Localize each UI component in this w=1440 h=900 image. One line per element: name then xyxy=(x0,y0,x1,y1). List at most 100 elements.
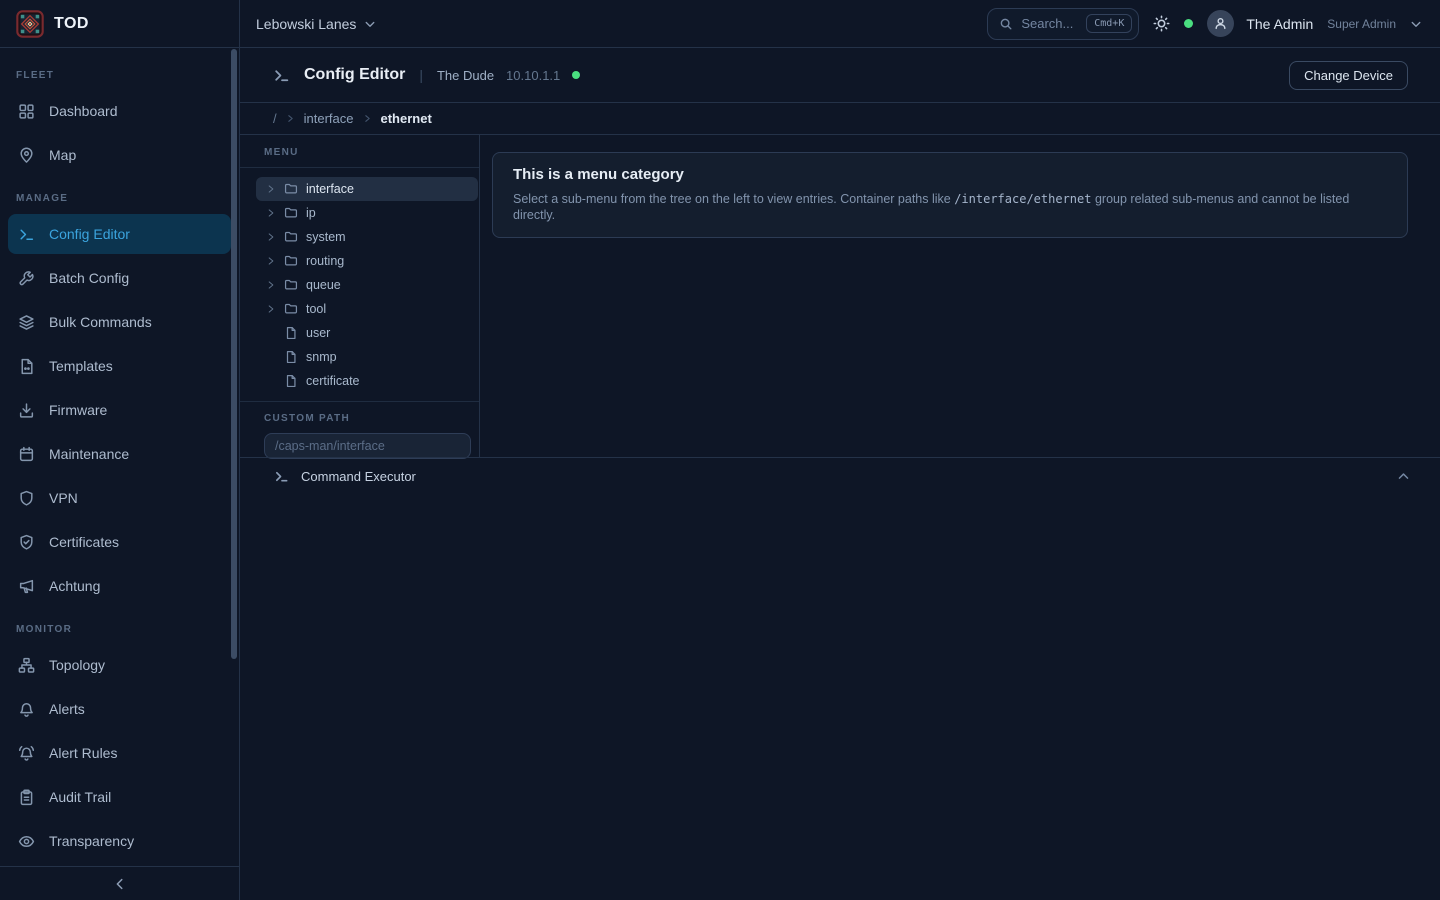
sidebar-item-achtung[interactable]: Achtung xyxy=(8,566,231,606)
tree-item-tool[interactable]: tool xyxy=(256,297,478,321)
sidebar-scrollbar-thumb[interactable] xyxy=(231,49,237,659)
sidebar-item-label: Maintenance xyxy=(49,446,129,462)
chevron-right-icon[interactable] xyxy=(266,280,276,290)
menu-panel-heading: Menu xyxy=(240,135,479,168)
chevron-right-icon[interactable] xyxy=(266,232,276,242)
device-status-dot xyxy=(572,71,580,79)
org-switcher[interactable]: Lebowski Lanes xyxy=(256,16,376,32)
tree-item-label: certificate xyxy=(306,374,360,388)
sidebar-item-label: Alert Rules xyxy=(49,745,117,761)
tree-item-label: queue xyxy=(306,278,341,292)
sidebar-item-alerts[interactable]: Alerts xyxy=(8,689,231,729)
content-split: Menu interfaceip system routing queue tool us… xyxy=(240,135,1440,457)
sidebar-item-label: Bulk Commands xyxy=(49,314,152,330)
tree-item-ip[interactable]: ip xyxy=(256,201,478,225)
topbar-right: Cmd+K The Admin Super Admin xyxy=(987,8,1422,40)
tree-item-interface[interactable]: interface xyxy=(256,177,478,201)
sidebar-item-config-editor[interactable]: Config Editor xyxy=(8,214,231,254)
tree-item-queue[interactable]: queue xyxy=(256,273,478,297)
tree-item-certificate[interactable]: certificate xyxy=(256,369,478,393)
eye-icon xyxy=(18,833,35,850)
brand-logo xyxy=(16,10,44,38)
breadcrumb-item-ethernet: ethernet xyxy=(381,111,432,126)
sidebar-section-label: Manage xyxy=(16,193,231,204)
sidebar-item-templates[interactable]: Templates xyxy=(8,346,231,386)
chevron-right-icon xyxy=(286,114,295,123)
sidebar-item-maintenance[interactable]: Maintenance xyxy=(8,434,231,474)
card-body-prefix: Select a sub-menu from the tree on the l… xyxy=(513,192,954,206)
file-icon xyxy=(284,326,298,340)
card-body-code-path: /interface/ethernet xyxy=(954,192,1091,206)
sidebar-item-audit-trail[interactable]: Audit Trail xyxy=(8,777,231,817)
sidebar-nav: Fleet DashboardMap Manage Config EditorBatc… xyxy=(0,48,239,866)
folder-icon xyxy=(284,302,298,316)
sidebar-item-firmware[interactable]: Firmware xyxy=(8,390,231,430)
user-menu-chevron-down-icon[interactable] xyxy=(1410,18,1422,30)
tree-item-user[interactable]: user xyxy=(256,321,478,345)
device-name: The Dude xyxy=(437,68,494,83)
sidebar-item-alert-rules[interactable]: Alert Rules xyxy=(8,733,231,773)
chevron-right-icon[interactable] xyxy=(266,184,276,194)
card-title: This is a menu category xyxy=(513,166,1387,183)
folder-icon xyxy=(284,254,298,268)
sidebar-item-transparency[interactable]: Transparency xyxy=(8,821,231,861)
title-separator: | xyxy=(417,67,425,83)
sidebar-item-batch-config[interactable]: Batch Config xyxy=(8,258,231,298)
sidebar-item-map[interactable]: Map xyxy=(8,135,231,175)
search-shortcut-badge: Cmd+K xyxy=(1086,14,1132,33)
breadcrumb: / interface ethernet xyxy=(240,103,1440,135)
bell-ring-icon xyxy=(18,745,35,762)
sidebar-section-label: Fleet xyxy=(16,70,231,81)
change-device-button[interactable]: Change Device xyxy=(1289,61,1408,90)
avatar[interactable] xyxy=(1207,10,1234,37)
tree-item-system[interactable]: system xyxy=(256,225,478,249)
terminal-icon xyxy=(18,226,35,243)
page-title: Config Editor xyxy=(304,66,405,84)
shield-icon xyxy=(18,490,35,507)
search-icon xyxy=(999,17,1013,31)
sidebar-item-certificates[interactable]: Certificates xyxy=(8,522,231,562)
tree-item-label: user xyxy=(306,326,330,340)
calendar-icon xyxy=(18,446,35,463)
brand: TOD xyxy=(0,0,239,48)
layers-icon xyxy=(18,314,35,331)
detail-panel: This is a menu category Select a sub-men… xyxy=(480,135,1440,457)
chevron-right-icon xyxy=(363,114,372,123)
command-executor-bar[interactable]: Command Executor xyxy=(240,457,1440,494)
theme-toggle-sun-icon[interactable] xyxy=(1153,15,1170,32)
sidebar: TOD Fleet DashboardMap Manage Config Editor… xyxy=(0,0,240,900)
user-role: Super Admin xyxy=(1327,17,1396,31)
tree-item-snmp[interactable]: snmp xyxy=(256,345,478,369)
sidebar-item-vpn[interactable]: VPN xyxy=(8,478,231,518)
global-search[interactable]: Cmd+K xyxy=(987,8,1139,40)
sidebar-item-bulk-commands[interactable]: Bulk Commands xyxy=(8,302,231,342)
sidebar-item-label: Alerts xyxy=(49,701,85,717)
custom-path-input[interactable] xyxy=(264,433,471,459)
sidebar-item-topology[interactable]: Topology xyxy=(8,645,231,685)
tree-item-label: system xyxy=(306,230,346,244)
page-header: Config Editor | The Dude 10.10.1.1 Chang… xyxy=(240,48,1440,103)
terminal-icon xyxy=(274,469,289,484)
search-input[interactable] xyxy=(1021,16,1078,31)
breadcrumb-root[interactable]: / xyxy=(273,111,277,126)
sidebar-item-dashboard[interactable]: Dashboard xyxy=(8,91,231,131)
chevron-right-icon[interactable] xyxy=(266,256,276,266)
custom-path-label: Custom Path xyxy=(264,413,463,424)
chevron-up-icon[interactable] xyxy=(1397,470,1410,483)
sidebar-collapse-button[interactable] xyxy=(103,873,137,895)
sidebar-item-label: Transparency xyxy=(49,833,134,849)
megaphone-icon xyxy=(18,578,35,595)
sidebar-item-label: Achtung xyxy=(49,578,100,594)
topbar: Lebowski Lanes Cmd+K xyxy=(240,0,1440,48)
terminal-icon xyxy=(273,67,290,84)
breadcrumb-item-interface[interactable]: interface xyxy=(304,111,354,126)
tree-item-routing[interactable]: routing xyxy=(256,249,478,273)
chevron-right-icon[interactable] xyxy=(266,208,276,218)
folder-icon xyxy=(284,206,298,220)
menu-category-card: This is a menu category Select a sub-men… xyxy=(492,152,1408,238)
chevron-right-icon[interactable] xyxy=(266,304,276,314)
device-ip: 10.10.1.1 xyxy=(506,68,560,83)
bell-icon xyxy=(18,701,35,718)
sidebar-item-label: Templates xyxy=(49,358,113,374)
folder-icon xyxy=(284,278,298,292)
